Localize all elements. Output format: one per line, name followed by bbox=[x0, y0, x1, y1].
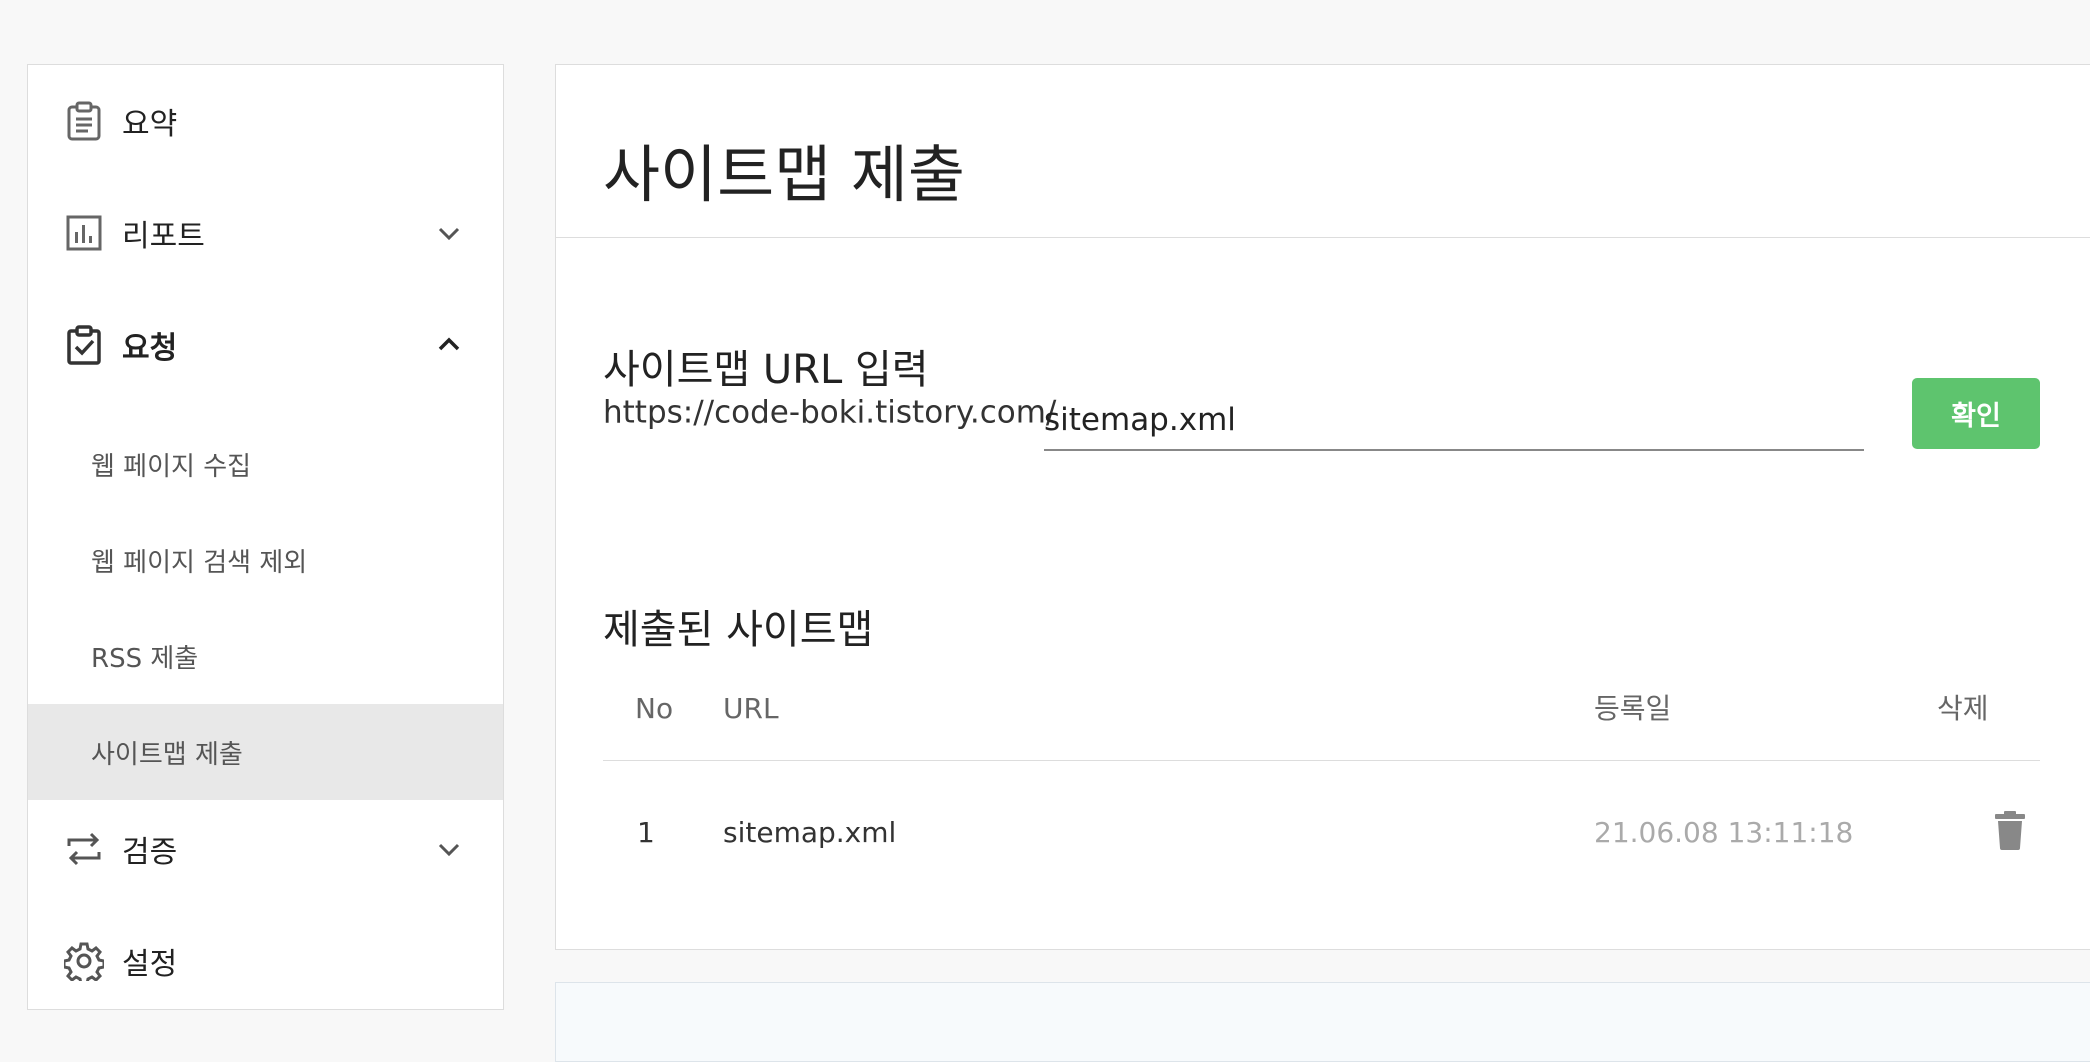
sidebar-subitem-page-exclude[interactable]: 웹 페이지 검색 제외 bbox=[28, 512, 503, 608]
sidebar-item-verification[interactable]: 검증 bbox=[28, 793, 503, 905]
sidebar-item-label: 리포트 bbox=[122, 219, 205, 254]
row-date: 21.06.08 13:11:18 bbox=[1594, 816, 1854, 849]
sitemap-url-input[interactable] bbox=[1044, 391, 1864, 451]
url-prefix: https://code-boki.tistory.com/ bbox=[603, 394, 1057, 431]
chevron-down-icon bbox=[438, 227, 460, 241]
column-header-delete: 삭제 bbox=[1937, 692, 1989, 725]
column-header-date: 등록일 bbox=[1594, 692, 1672, 725]
column-header-no: No bbox=[635, 692, 674, 725]
sidebar-subitem-rss-submit[interactable]: RSS 제출 bbox=[28, 608, 503, 704]
repeat-icon bbox=[64, 829, 104, 869]
sidebar-item-requests[interactable]: 요청 bbox=[28, 289, 503, 401]
title-divider bbox=[556, 237, 2090, 238]
confirm-button[interactable]: 확인 bbox=[1912, 378, 2040, 449]
sidebar-item-settings[interactable]: 설정 bbox=[28, 905, 503, 1017]
row-no: 1 bbox=[637, 816, 655, 849]
chevron-down-icon bbox=[438, 843, 460, 857]
sidebar-item-label: 요청 bbox=[122, 331, 178, 366]
bottom-panel bbox=[555, 982, 2090, 1062]
sidebar-item-label: 검증 bbox=[122, 835, 178, 870]
clipboard-check-icon bbox=[64, 325, 104, 365]
clipboard-list-icon bbox=[64, 101, 104, 141]
sidebar-subitem-sitemap-submit[interactable]: 사이트맵 제출 bbox=[28, 704, 503, 800]
bar-chart-icon bbox=[64, 213, 104, 253]
sidebar-item-reports[interactable]: 리포트 bbox=[28, 177, 503, 289]
submitted-section-title: 제출된 사이트맵 bbox=[603, 607, 874, 653]
page-title: 사이트맵 제출 bbox=[603, 138, 965, 211]
sidebar-item-label: 설정 bbox=[122, 947, 178, 982]
column-header-url: URL bbox=[723, 692, 779, 725]
url-section-title: 사이트맵 URL 입력 bbox=[603, 347, 929, 393]
sidebar-item-label: 요약 bbox=[122, 107, 178, 142]
table-divider bbox=[603, 760, 2040, 761]
sidebar: 요약 리포트 요청 웹 페이지 수집 웹 페이지 검색 제외 RSS 제출 사이… bbox=[27, 64, 504, 1010]
trash-icon[interactable] bbox=[1993, 810, 2027, 850]
chevron-up-icon bbox=[438, 337, 460, 351]
gear-icon bbox=[64, 941, 104, 981]
sidebar-subitem-page-collect[interactable]: 웹 페이지 수집 bbox=[28, 416, 503, 512]
sidebar-item-summary[interactable]: 요약 bbox=[28, 65, 503, 177]
sitemap-panel: 사이트맵 제출 사이트맵 URL 입력 https://code-boki.ti… bbox=[555, 64, 2090, 950]
row-url: sitemap.xml bbox=[723, 816, 897, 849]
